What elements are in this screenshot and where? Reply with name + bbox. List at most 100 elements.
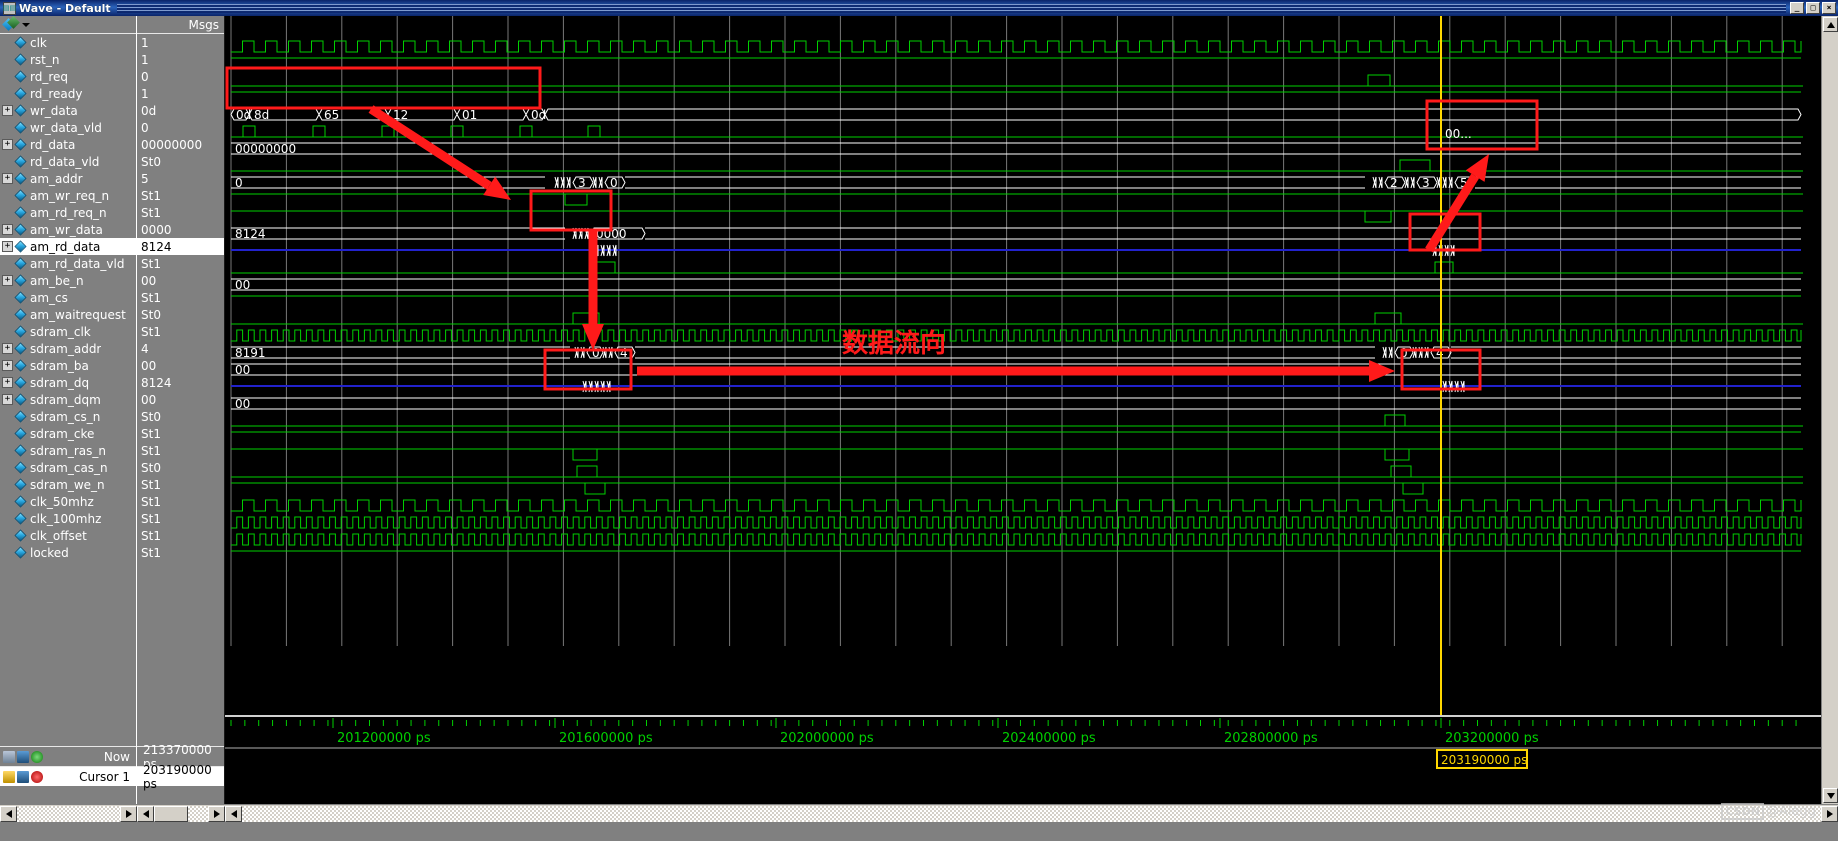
signal-value-row[interactable]: St1 bbox=[137, 187, 224, 204]
names-hscroll-track[interactable] bbox=[17, 805, 120, 822]
names-hscroll[interactable] bbox=[0, 804, 137, 822]
signal-value-row[interactable]: St1 bbox=[137, 289, 224, 306]
values-hscroll-left-button[interactable] bbox=[137, 805, 154, 822]
wave-vscroll-down-button[interactable] bbox=[1823, 788, 1838, 803]
signal-name-row[interactable]: + wr_data bbox=[0, 102, 136, 119]
close-button[interactable]: × bbox=[1822, 2, 1836, 14]
signal-name-row[interactable]: am_wr_req_n bbox=[0, 187, 136, 204]
signal-name-row[interactable]: rd_ready bbox=[0, 85, 136, 102]
signal-name-row[interactable]: + sdram_dq bbox=[0, 374, 136, 391]
wave-hscroll-right-button[interactable] bbox=[1821, 805, 1838, 822]
names-hscroll-right-button[interactable] bbox=[120, 805, 137, 822]
wave-hscroll-left-button[interactable] bbox=[225, 805, 242, 822]
signal-name-row[interactable]: clk_100mhz bbox=[0, 510, 136, 527]
signal-value-row[interactable]: St0 bbox=[137, 459, 224, 476]
maximize-button[interactable]: □ bbox=[1806, 2, 1820, 14]
signal-value-row[interactable]: St0 bbox=[137, 408, 224, 425]
signal-value-row[interactable]: 1 bbox=[137, 34, 224, 51]
wave-vscroll-up-button[interactable] bbox=[1823, 17, 1838, 32]
signal-value-row[interactable]: St1 bbox=[137, 323, 224, 340]
wave-hscroll-track[interactable] bbox=[242, 805, 1821, 822]
expand-icon[interactable]: + bbox=[2, 139, 13, 150]
signal-value-row[interactable]: 1 bbox=[137, 51, 224, 68]
expand-icon[interactable]: + bbox=[2, 394, 13, 405]
cursor-row[interactable]: Cursor 1 bbox=[0, 766, 136, 786]
signal-value-row[interactable]: 8124 bbox=[137, 238, 224, 255]
signal-value-row[interactable]: 00 bbox=[137, 272, 224, 289]
signal-name-row[interactable]: sdram_cs_n bbox=[0, 408, 136, 425]
signal-value-row[interactable]: 8124 bbox=[137, 374, 224, 391]
expand-icon[interactable]: + bbox=[2, 173, 13, 184]
names-pane-header[interactable] bbox=[0, 16, 136, 34]
signal-name-row[interactable]: rst_n bbox=[0, 51, 136, 68]
signal-value-row[interactable]: 0d bbox=[137, 102, 224, 119]
signal-name-row[interactable]: + sdram_addr bbox=[0, 340, 136, 357]
expand-icon[interactable]: + bbox=[2, 360, 13, 371]
signal-name-row[interactable]: sdram_cas_n bbox=[0, 459, 136, 476]
expand-icon[interactable]: + bbox=[2, 105, 13, 116]
signal-value-row[interactable]: 00000000 bbox=[137, 136, 224, 153]
signal-value-row[interactable]: St1 bbox=[137, 442, 224, 459]
signal-value-list[interactable]: 1 1 0 1 0d 0 00000000 St0 5 St1 St1 0000 8124 St1 00 St… bbox=[137, 34, 224, 561]
minimize-button[interactable]: _ bbox=[1790, 2, 1804, 14]
signal-value-row[interactable]: 1 bbox=[137, 85, 224, 102]
signal-name-row[interactable]: rd_data_vld bbox=[0, 153, 136, 170]
signal-name-row[interactable]: sdram_ras_n bbox=[0, 442, 136, 459]
values-hscroll[interactable] bbox=[137, 804, 225, 822]
signal-value-row[interactable]: St1 bbox=[137, 255, 224, 272]
signal-value-row[interactable]: 00 bbox=[137, 391, 224, 408]
expand-icon[interactable]: + bbox=[2, 275, 13, 286]
values-hscroll-right-button[interactable] bbox=[208, 805, 225, 822]
signal-name-row[interactable]: clk_50mhz bbox=[0, 493, 136, 510]
signal-name-row[interactable]: + am_be_n bbox=[0, 272, 136, 289]
signal-name-row[interactable]: + sdram_ba bbox=[0, 357, 136, 374]
expand-icon[interactable]: + bbox=[2, 224, 13, 235]
expand-icon[interactable]: + bbox=[2, 377, 13, 388]
signal-name-row[interactable]: rd_req bbox=[0, 68, 136, 85]
signal-name-list[interactable]: clk rst_n rd_req rd_ready + wr_data wr_data_vl… bbox=[0, 34, 136, 561]
values-hscroll-track[interactable] bbox=[154, 805, 208, 822]
signal-name-row[interactable]: + sdram_dqm bbox=[0, 391, 136, 408]
expand-icon[interactable]: + bbox=[2, 343, 13, 354]
signal-name-row[interactable]: clk_offset bbox=[0, 527, 136, 544]
signal-value-row[interactable]: St1 bbox=[137, 510, 224, 527]
signal-name-row[interactable]: am_rd_req_n bbox=[0, 204, 136, 221]
signal-name-row[interactable]: sdram_clk bbox=[0, 323, 136, 340]
signal-value-row[interactable]: 0 bbox=[137, 68, 224, 85]
signal-name-row[interactable]: + am_rd_data bbox=[0, 238, 136, 255]
values-hscroll-thumb[interactable] bbox=[154, 805, 188, 822]
signal-value-row[interactable]: St0 bbox=[137, 306, 224, 323]
signal-value-row[interactable]: 5 bbox=[137, 170, 224, 187]
signal-value-row[interactable]: St1 bbox=[137, 476, 224, 493]
signal-value-row[interactable]: St0 bbox=[137, 153, 224, 170]
signal-value-row[interactable]: St1 bbox=[137, 493, 224, 510]
signal-name-row[interactable]: am_waitrequest bbox=[0, 306, 136, 323]
titlebar-grip[interactable] bbox=[116, 3, 1786, 13]
signal-name-row[interactable]: am_cs bbox=[0, 289, 136, 306]
signal-name-row[interactable]: locked bbox=[0, 544, 136, 561]
signal-value-row[interactable]: St1 bbox=[137, 425, 224, 442]
signal-name-row[interactable]: + am_addr bbox=[0, 170, 136, 187]
expand-icon[interactable]: + bbox=[2, 241, 13, 252]
waveform-canvas[interactable]: 0d 8d 65 12 01 0d000000000 3 0 2 3 58124 0000008191… bbox=[225, 16, 1821, 804]
signal-name-row[interactable]: clk bbox=[0, 34, 136, 51]
signal-value-row[interactable]: 00 bbox=[137, 357, 224, 374]
signal-name-row[interactable]: wr_data_vld bbox=[0, 119, 136, 136]
signal-value-row[interactable]: 4 bbox=[137, 340, 224, 357]
signal-value-row[interactable]: 0000 bbox=[137, 221, 224, 238]
waveform-pane[interactable]: 0d 8d 65 12 01 0d 00000000 0 3 0 2 3 5 8124 0000 00 8191… bbox=[225, 16, 1838, 822]
chevron-down-icon[interactable] bbox=[22, 22, 30, 27]
signal-value-row[interactable]: St1 bbox=[137, 527, 224, 544]
signal-value-row[interactable]: 0 bbox=[137, 119, 224, 136]
signal-name-row[interactable]: am_rd_data_vld bbox=[0, 255, 136, 272]
wave-hscroll[interactable] bbox=[225, 804, 1838, 822]
signal-value-row[interactable]: St1 bbox=[137, 204, 224, 221]
signal-name-row[interactable]: + am_wr_data bbox=[0, 221, 136, 238]
signal-name-row[interactable]: sdram_we_n bbox=[0, 476, 136, 493]
signal-name-row[interactable]: + rd_data bbox=[0, 136, 136, 153]
signal-value-row[interactable]: St1 bbox=[137, 544, 224, 561]
wave-vscroll[interactable] bbox=[1821, 16, 1838, 804]
cursor-value-row[interactable]: 203190000 ps bbox=[137, 763, 224, 791]
signal-name-row[interactable]: sdram_cke bbox=[0, 425, 136, 442]
names-hscroll-left-button[interactable] bbox=[0, 805, 17, 822]
